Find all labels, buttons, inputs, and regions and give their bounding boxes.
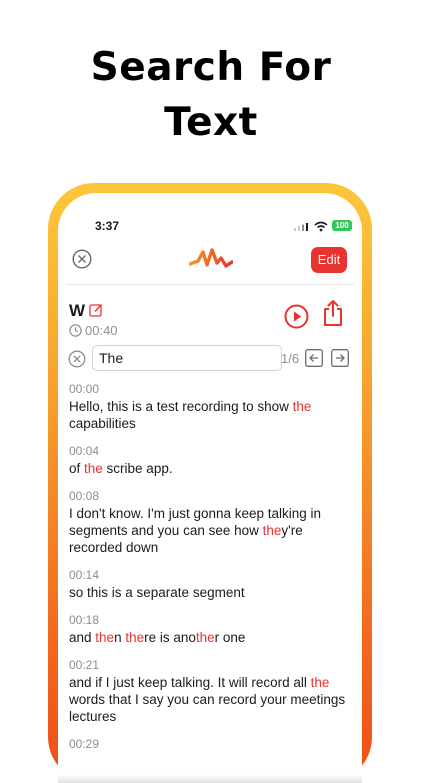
status-bar: 3:37 100 xyxy=(58,217,362,235)
clear-icon[interactable] xyxy=(68,350,86,368)
share-icon[interactable] xyxy=(322,299,344,327)
headline-line-2: Text xyxy=(164,100,258,145)
transcript-segment[interactable]: 00:18 and then there is another one xyxy=(69,612,354,646)
search-match-highlight: the xyxy=(125,630,145,645)
top-toolbar: Edit xyxy=(58,245,362,275)
segment-text-part: words that I say you can record your mee… xyxy=(69,692,346,724)
arrow-right-icon[interactable] xyxy=(331,349,349,367)
recording-header: W 00:40 xyxy=(58,299,362,339)
transcript-segment[interactable]: 00:00 Hello, this is a test recording to … xyxy=(69,381,354,432)
transcript-segment[interactable]: 00:08 I don't know. I'm just gonna keep t… xyxy=(69,488,354,556)
waveform-logo-icon xyxy=(189,248,233,268)
match-counter: 1/6 xyxy=(281,351,300,366)
edit-pencil-icon[interactable] xyxy=(89,303,103,317)
close-circle-icon[interactable] xyxy=(72,249,92,269)
recording-title: W xyxy=(69,301,86,320)
segment-text-part: so this is a separate segment xyxy=(69,585,245,600)
segment-text-part: and if I just keep talking. It will reco… xyxy=(69,675,311,690)
search-bar: 1/6 xyxy=(58,345,362,373)
header-divider xyxy=(66,284,354,285)
recording-duration: 00:40 xyxy=(69,323,118,338)
segment-text-part: r one xyxy=(214,630,246,645)
headline-line-1: Search For xyxy=(90,45,332,90)
segment-text-part: and xyxy=(69,630,96,645)
segment-timestamp: 00:18 xyxy=(69,613,100,627)
transcript-segment[interactable]: 00:21 and if I just keep talking. It will… xyxy=(69,657,354,725)
segment-text-part: n xyxy=(114,630,126,645)
arrow-left-icon[interactable] xyxy=(305,349,323,367)
segment-text: so this is a separate segment xyxy=(69,584,354,601)
transcript-list: 00:00 Hello, this is a test recording to … xyxy=(69,381,354,763)
search-match-highlight: the xyxy=(84,461,103,476)
clock-icon xyxy=(69,324,82,337)
edit-button[interactable]: Edit xyxy=(311,247,347,273)
segment-text-part: capabilities xyxy=(69,416,136,431)
search-input[interactable] xyxy=(92,345,282,371)
segment-text-part: Hello, this is a test recording to show xyxy=(69,399,293,414)
segment-text: I don't know. I'm just gonna keep talkin… xyxy=(69,505,354,556)
search-match-highlight: the xyxy=(262,523,282,538)
segment-timestamp: 00:00 xyxy=(69,382,100,396)
cellular-signal-icon xyxy=(294,223,308,231)
segment-text: and if I just keep talking. It will reco… xyxy=(69,674,354,725)
segment-text: and then there is another one xyxy=(69,629,354,646)
headline: Search For Text xyxy=(0,40,422,150)
app-screen: 3:37 100 Edit W 00:40 The 1/6 00:00 Hell… xyxy=(58,193,362,783)
play-icon[interactable] xyxy=(284,304,309,329)
phone-frame: 3:37 100 Edit W 00:40 The 1/6 00:00 Hell… xyxy=(48,183,372,783)
segment-text: Hello, this is a test recording to show … xyxy=(69,398,354,432)
search-match-highlight: the xyxy=(195,630,215,645)
segment-text-part: scribe app. xyxy=(102,461,173,476)
segment-text: of the scribe app. xyxy=(69,460,354,477)
segment-timestamp: 00:14 xyxy=(69,568,100,582)
segment-text-part: of xyxy=(69,461,85,476)
transcript-segment[interactable]: 00:14 so this is a separate segment xyxy=(69,567,354,601)
battery-icon: 100 xyxy=(332,220,352,231)
segment-timestamp: 00:08 xyxy=(69,489,100,503)
segment-timestamp: 00:21 xyxy=(69,658,100,672)
bottom-shade xyxy=(58,775,362,783)
segment-text-part: re is ano xyxy=(144,630,196,645)
search-match-highlight: the xyxy=(292,399,312,414)
transcript-segment[interactable]: 00:04 of the scribe app. xyxy=(69,443,354,477)
wifi-icon xyxy=(314,221,328,232)
status-time: 3:37 xyxy=(95,219,120,233)
duration-text: 00:40 xyxy=(85,323,118,338)
search-match-highlight: the xyxy=(95,630,115,645)
segment-timestamp: 00:04 xyxy=(69,444,100,458)
search-match-highlight: the xyxy=(310,675,330,690)
